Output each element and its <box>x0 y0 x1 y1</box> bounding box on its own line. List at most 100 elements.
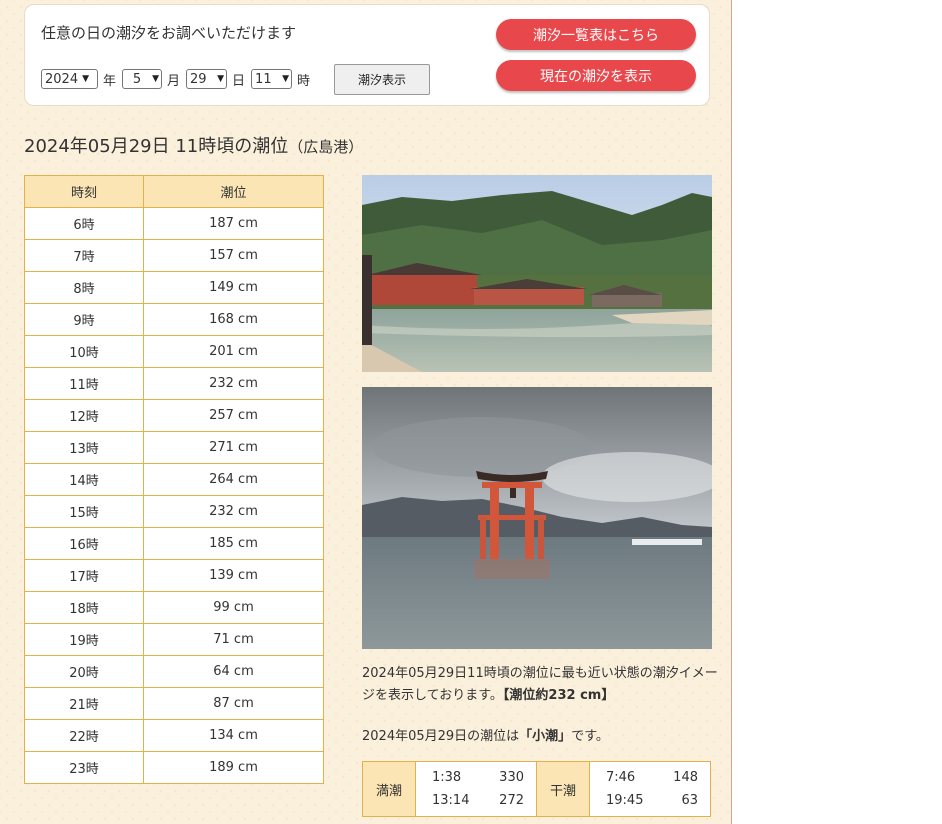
description-level: 【潮位約232 cm】 <box>502 688 615 703</box>
page-content: 任意の日の潮汐をお調べいただけます 2024 ▼ 年 5 ▼ 月 29 ▼ 日 11 ▼… <box>0 0 732 824</box>
table-row: 23時 189 cm <box>24 751 324 784</box>
row-time: 15時 <box>24 495 144 528</box>
year-unit: 年 <box>103 73 117 89</box>
chevron-down-icon: ▼ <box>152 74 160 84</box>
table-row: 17時 139 cm <box>24 559 324 592</box>
chevron-down-icon: ▼ <box>82 74 90 84</box>
table-row: 10時 201 cm <box>24 335 324 368</box>
high-level: 272 <box>499 793 524 808</box>
row-level: 139 cm <box>143 559 324 592</box>
row-level: 232 cm <box>143 367 324 400</box>
date-form: 2024 ▼ 年 5 ▼ 月 29 ▼ 日 11 ▼ 時 潮汐表示 <box>41 63 431 95</box>
row-time: 10時 <box>24 335 144 368</box>
table-row: 12時 257 cm <box>24 399 324 432</box>
hour-unit: 時 <box>297 73 311 89</box>
high-tide-label: 満潮 <box>362 761 416 817</box>
table-row: 19時 71 cm <box>24 623 324 656</box>
heading-date: 2024年05月29日 11時頃の潮位 <box>24 136 289 157</box>
row-time: 19時 <box>24 623 144 656</box>
shrine-image <box>362 175 712 372</box>
torii-image <box>362 387 712 649</box>
row-level: 149 cm <box>143 271 324 304</box>
row-time: 18時 <box>24 591 144 624</box>
page-title: 2024年05月29日 11時頃の潮位（広島港） <box>24 132 363 158</box>
row-time: 13時 <box>24 431 144 464</box>
row-level: 64 cm <box>143 655 324 688</box>
low-tide-entry: 7:46 148 <box>590 766 710 789</box>
row-level: 232 cm <box>143 495 324 528</box>
tide-photo-torii <box>362 387 712 649</box>
row-time: 12時 <box>24 399 144 432</box>
row-time: 8時 <box>24 271 144 304</box>
high-low-table: 満潮 1:38 330 13:14 272 干潮 7:46 148 19:45 63 <box>362 761 711 817</box>
row-level: 71 cm <box>143 623 324 656</box>
tide-photo-shrine <box>362 175 712 372</box>
chevron-down-icon: ▼ <box>217 74 225 84</box>
row-level: 87 cm <box>143 687 324 720</box>
day-value: 29 <box>190 71 207 87</box>
row-time: 17時 <box>24 559 144 592</box>
table-row: 8時 149 cm <box>24 271 324 304</box>
table-header-row: 時刻 潮位 <box>24 175 324 208</box>
row-level: 187 cm <box>143 207 324 240</box>
high-tide-entry: 1:38 330 <box>416 766 536 789</box>
row-time: 11時 <box>24 367 144 400</box>
row-time: 21時 <box>24 687 144 720</box>
tide-list-button[interactable]: 潮汐一覧表はこちら <box>496 19 696 50</box>
low-time: 7:46 <box>606 770 636 785</box>
table-row: 18時 99 cm <box>24 591 324 624</box>
table-row: 21時 87 cm <box>24 687 324 720</box>
day-select[interactable]: 29 ▼ <box>186 69 228 89</box>
row-level: 271 cm <box>143 431 324 464</box>
high-level: 330 <box>499 770 524 785</box>
high-tide-values: 1:38 330 13:14 272 <box>415 761 537 817</box>
table-row: 14時 264 cm <box>24 463 324 496</box>
row-time: 20時 <box>24 655 144 688</box>
low-tide-values: 7:46 148 19:45 63 <box>589 761 711 817</box>
low-level: 148 <box>673 770 698 785</box>
search-title: 任意の日の潮汐をお調べいただけます <box>41 24 297 42</box>
row-level: 99 cm <box>143 591 324 624</box>
row-level: 257 cm <box>143 399 324 432</box>
tide-type-line: 2024年05月29日の潮位は「小潮」です。 <box>362 725 609 744</box>
row-time: 23時 <box>24 751 144 784</box>
row-time: 14時 <box>24 463 144 496</box>
row-time: 9時 <box>24 303 144 336</box>
col-time-header: 時刻 <box>24 175 144 208</box>
row-level: 168 cm <box>143 303 324 336</box>
heading-port: （広島港） <box>288 138 364 156</box>
table-row: 11時 232 cm <box>24 367 324 400</box>
row-time: 22時 <box>24 719 144 752</box>
table-row: 9時 168 cm <box>24 303 324 336</box>
day-unit: 日 <box>232 73 246 89</box>
chevron-down-icon: ▼ <box>282 74 290 84</box>
month-select[interactable]: 5 ▼ <box>122 69 163 89</box>
year-select[interactable]: 2024 ▼ <box>41 69 98 89</box>
low-time: 19:45 <box>606 793 644 808</box>
high-time: 1:38 <box>432 770 462 785</box>
tide-image-description: 2024年05月29日11時頃の潮位に最も近い状態の潮汐イメージを表示しておりま… <box>362 663 722 707</box>
month-value: 5 <box>132 71 142 87</box>
low-tide-entry: 19:45 63 <box>590 789 710 812</box>
tide-type-prefix: 2024年05月29日の潮位は <box>362 729 520 744</box>
row-time: 6時 <box>24 207 144 240</box>
table-body: 6時 187 cm 7時 157 cm 8時 149 cm 9時 168 cm 10時 201 c… <box>24 207 324 784</box>
table-row: 22時 134 cm <box>24 719 324 752</box>
tide-type-value: 「小潮」 <box>519 729 572 744</box>
table-row: 16時 185 cm <box>24 527 324 560</box>
row-level: 157 cm <box>143 239 324 272</box>
hourly-tide-table: 時刻 潮位 6時 187 cm 7時 157 cm 8時 149 cm 9時 168 cm 10… <box>24 175 324 784</box>
row-level: 189 cm <box>143 751 324 784</box>
row-level: 185 cm <box>143 527 324 560</box>
high-time: 13:14 <box>432 793 470 808</box>
row-level: 264 cm <box>143 463 324 496</box>
row-time: 7時 <box>24 239 144 272</box>
show-tide-button[interactable]: 潮汐表示 <box>334 63 431 95</box>
hour-value: 11 <box>255 71 272 87</box>
table-row: 20時 64 cm <box>24 655 324 688</box>
hour-select[interactable]: 11 ▼ <box>251 69 293 89</box>
current-tide-button[interactable]: 現在の潮汐を表示 <box>496 60 696 91</box>
table-row: 7時 157 cm <box>24 239 324 272</box>
row-time: 16時 <box>24 527 144 560</box>
month-unit: 月 <box>167 73 181 89</box>
